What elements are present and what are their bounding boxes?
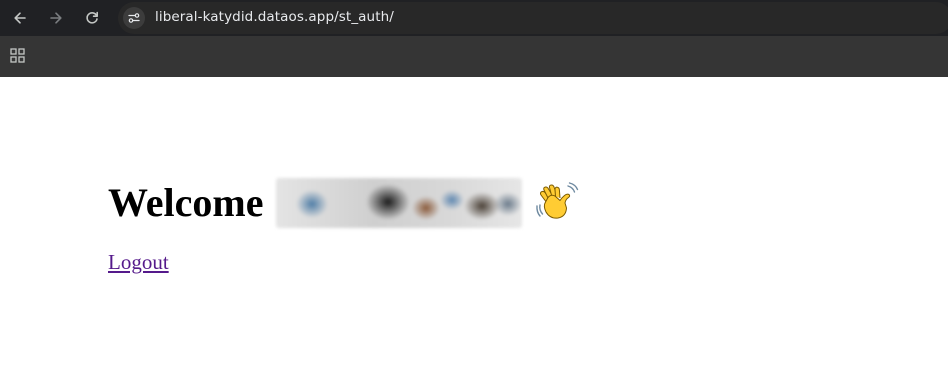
welcome-text: Welcome: [108, 180, 264, 225]
reload-icon: [86, 11, 98, 24]
browser-toolbar: liberal-katydid.dataos.app/st_auth/: [0, 0, 948, 36]
apps-grid-icon: [10, 48, 25, 63]
back-icon: [14, 12, 26, 24]
page-content: Welcome Logout: [0, 77, 948, 366]
welcome-heading: Welcome: [108, 175, 580, 231]
blurred-user-name: [275, 178, 522, 228]
forward-icon: [50, 12, 62, 24]
back-button[interactable]: [8, 6, 32, 30]
address-bar[interactable]: liberal-katydid.dataos.app/st_auth/: [118, 2, 948, 34]
apps-button[interactable]: [9, 47, 26, 64]
logout-link[interactable]: Logout: [108, 250, 169, 275]
reload-button[interactable]: [80, 6, 104, 30]
waving-hand-icon: [534, 180, 580, 226]
site-settings-icon: [128, 13, 140, 23]
bookmarks-bar: [0, 36, 948, 77]
url-text[interactable]: liberal-katydid.dataos.app/st_auth/: [155, 9, 394, 25]
site-settings-button[interactable]: [123, 7, 145, 29]
forward-button[interactable]: [44, 6, 68, 30]
